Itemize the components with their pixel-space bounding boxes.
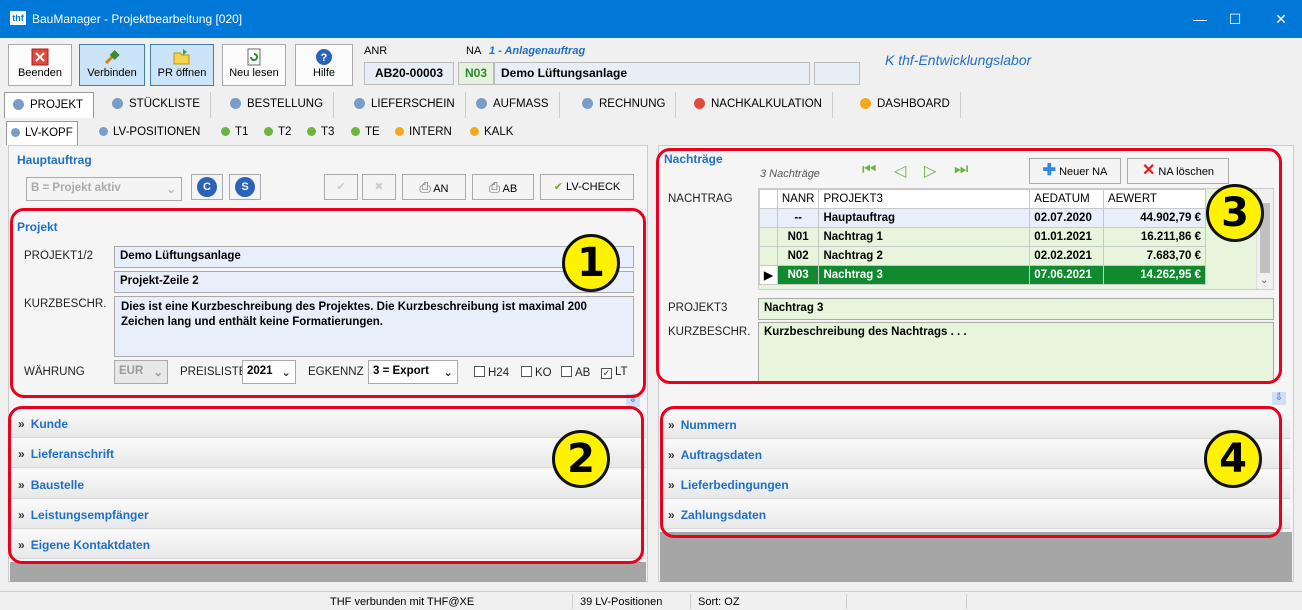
check-icon: ✔ xyxy=(553,181,563,193)
c-button[interactable]: C xyxy=(191,174,223,200)
tab-stueckliste[interactable]: STÜCKLISTE xyxy=(104,92,211,118)
tab-dashboard[interactable]: DASHBOARD xyxy=(852,92,961,118)
status-positions: 39 LV-Positionen xyxy=(580,596,663,608)
close-box-icon xyxy=(31,48,49,66)
subtab-intern[interactable]: INTERN xyxy=(391,121,456,145)
beenden-button[interactable]: Beenden xyxy=(8,44,72,86)
help-icon: ? xyxy=(316,49,332,65)
tab-aufmass[interactable]: AUFMASS xyxy=(468,92,560,118)
chevron-down-icon: ⌄ xyxy=(166,184,176,196)
na-code-field[interactable]: N03 xyxy=(458,62,494,85)
cancel-button[interactable]: ✖ xyxy=(362,174,396,200)
status-divider xyxy=(966,594,967,609)
left-footer-bar xyxy=(10,562,646,582)
plug-icon xyxy=(104,50,120,65)
subtab-lv-positionen[interactable]: LV-POSITIONEN xyxy=(95,121,204,145)
lv-check-button[interactable]: ✔ LV-CHECK xyxy=(540,174,634,200)
callout-number-1: 1 xyxy=(562,234,620,292)
neu-lesen-button[interactable]: Neu lesen xyxy=(222,44,286,86)
na-title: 1 - Anlagenauftrag xyxy=(489,45,586,57)
tab-status-dot-icon xyxy=(264,127,273,136)
hauptauftrag-title: Hauptauftrag xyxy=(17,153,92,167)
callout-number-3: 3 xyxy=(1206,184,1264,242)
scroll-down-icon[interactable]: ⇩ xyxy=(1272,392,1286,405)
subtab-t2[interactable]: T2 xyxy=(260,121,295,145)
close-window-button[interactable]: ✕ xyxy=(1266,6,1296,32)
tab-status-dot-icon xyxy=(860,98,871,109)
pr-oeffnen-button[interactable]: PR öffnen xyxy=(150,44,214,86)
tab-rechnung[interactable]: RECHNUNG xyxy=(574,92,677,118)
callout-number-2: 2 xyxy=(552,430,610,488)
na-label: NA xyxy=(466,45,482,57)
check-button[interactable]: ✔ xyxy=(324,174,358,200)
verbinden-button[interactable]: Verbinden xyxy=(79,44,145,86)
status-divider xyxy=(572,594,573,609)
tab-status-dot-icon xyxy=(354,98,365,109)
cross-icon: ✖ xyxy=(374,181,384,193)
callout-box-2 xyxy=(8,406,644,564)
tab-status-dot-icon xyxy=(112,98,123,109)
na-name-field[interactable]: Demo Lüftungsanlage xyxy=(494,62,810,85)
subtab-t3[interactable]: T3 xyxy=(303,121,338,145)
callout-box-4 xyxy=(660,406,1282,538)
toolbar: Beenden Verbinden PR öffnen Neu lesen ? … xyxy=(0,38,1302,90)
refresh-doc-icon xyxy=(247,48,261,66)
print-ab-button[interactable]: ⎙ AB xyxy=(472,174,534,200)
minimize-button[interactable]: — xyxy=(1185,6,1215,32)
extra-field[interactable] xyxy=(814,62,860,85)
tab-lieferschein[interactable]: LIEFERSCHEIN xyxy=(346,92,466,118)
s-circle-icon: S xyxy=(235,177,255,197)
check-icon: ✔ xyxy=(336,181,346,193)
right-footer-bar xyxy=(660,532,1292,582)
tab-status-dot-icon xyxy=(99,127,108,136)
s-button[interactable]: S xyxy=(229,174,261,200)
status-divider xyxy=(690,594,691,609)
tab-status-dot-icon xyxy=(230,98,241,109)
status-sort: Sort: OZ xyxy=(698,596,740,608)
callout-number-4: 4 xyxy=(1204,430,1262,488)
status-bar: THF verbunden mit THF@XE 39 LV-Positione… xyxy=(0,591,1302,610)
tab-status-dot-icon xyxy=(221,127,230,136)
subtab-t1[interactable]: T1 xyxy=(217,121,252,145)
print-an-button[interactable]: ⎙ AN xyxy=(402,174,466,200)
tab-status-dot-icon xyxy=(582,98,593,109)
tab-status-dot-icon xyxy=(351,127,360,136)
anr-field[interactable]: AB20-00003 xyxy=(364,62,454,85)
app-logo-icon: thf xyxy=(10,11,26,25)
hilfe-button[interactable]: ? Hilfe xyxy=(295,44,353,86)
anr-label: ANR xyxy=(364,45,388,57)
printer-icon: ⎙ xyxy=(488,179,501,195)
window-title: BauManager - Projektbearbeitung [020] xyxy=(32,12,243,26)
subtab-lv-kopf[interactable]: LV-KOPF xyxy=(6,121,78,145)
tab-status-dot-icon xyxy=(13,99,24,110)
printer-icon: ⎙ xyxy=(419,179,431,195)
main-tabs: PROJEKT STÜCKLISTE BESTELLUNG LIEFERSCHE… xyxy=(0,92,1302,118)
status-select[interactable]: B = Projekt aktiv ⌄ xyxy=(26,177,182,201)
status-divider xyxy=(846,594,847,609)
maximize-button[interactable]: ☐ xyxy=(1220,6,1250,32)
tab-status-dot-icon xyxy=(11,128,20,137)
tab-nachkalkulation[interactable]: NACHKALKULATION xyxy=(686,92,833,118)
svg-text:?: ? xyxy=(321,52,328,64)
tab-status-dot-icon xyxy=(395,127,404,136)
callout-box-1 xyxy=(10,208,646,398)
tab-status-dot-icon xyxy=(470,127,479,136)
sub-tabs: LV-KOPF LV-POSITIONEN T1 T2 T3 TE INTERN… xyxy=(0,121,660,145)
tab-status-dot-icon xyxy=(476,98,487,109)
tab-status-dot-icon xyxy=(307,127,316,136)
title-bar: thf BauManager - Projektbearbeitung [020… xyxy=(0,0,1302,38)
tab-bestellung[interactable]: BESTELLUNG xyxy=(222,92,335,118)
company-name: K thf-Entwicklungslabor xyxy=(885,52,1032,68)
status-connection: THF verbunden mit THF@XE xyxy=(330,596,475,608)
folder-open-icon xyxy=(173,49,190,65)
c-circle-icon: C xyxy=(197,177,217,197)
callout-box-3 xyxy=(656,148,1282,384)
subtab-te[interactable]: TE xyxy=(347,121,384,145)
tab-projekt[interactable]: PROJEKT xyxy=(4,92,95,118)
tab-status-dot-icon xyxy=(694,98,705,109)
subtab-kalk[interactable]: KALK xyxy=(466,121,517,145)
